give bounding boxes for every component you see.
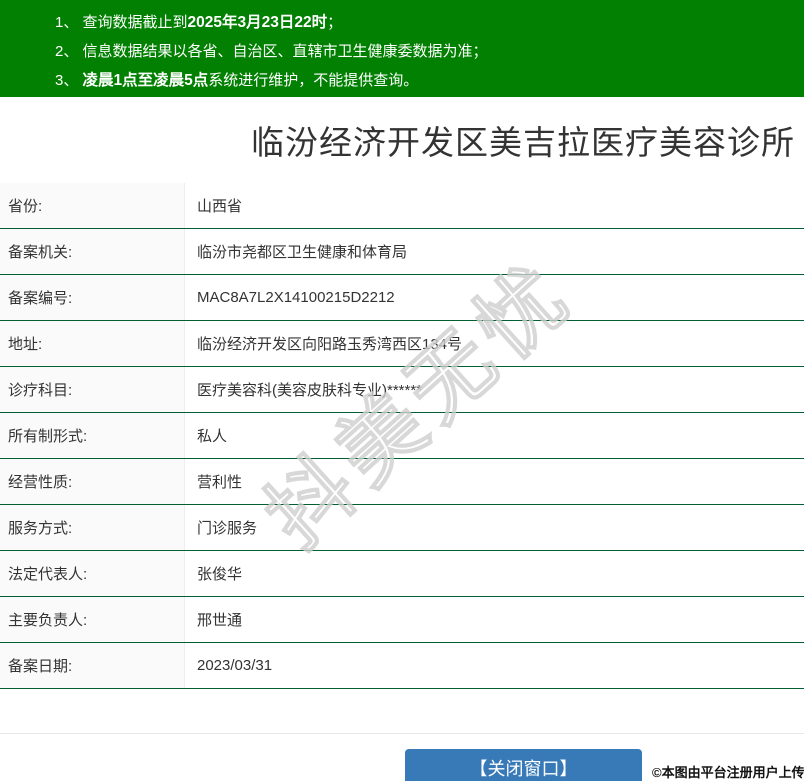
record-table: 省份: 山西省 备案机关: 临汾市尧都区卫生健康和体育局 备案编号: MAC8A… (0, 183, 804, 689)
row-label: 经营性质: (0, 459, 185, 504)
notice-line-1-post: ； (327, 14, 343, 31)
table-row: 备案编号: MAC8A7L2X14100215D2212 (0, 275, 804, 321)
table-row: 服务方式: 门诊服务 (0, 505, 804, 551)
notice-line-3-post: 系统进行维护，不能提供查询。 (208, 72, 419, 89)
row-label: 服务方式: (0, 505, 185, 550)
row-value: 医疗美容科(美容皮肤科专业)****** (197, 382, 423, 399)
row-label: 省份: (0, 183, 185, 228)
notice-line-2: 2、 信息数据结果以各省、自治区、直辖市卫生健康委数据为准； (55, 37, 794, 66)
table-row: 省份: 山西省 (0, 183, 804, 229)
table-row: 备案日期: 2023/03/31 (0, 643, 804, 689)
row-label: 诊疗科目: (0, 367, 185, 412)
page-title: 临汾经济开发区美吉拉医疗美容诊所 (251, 124, 795, 161)
row-value: 2023/03/31 (197, 657, 273, 674)
row-value: 临汾市尧都区卫生健康和体育局 (197, 244, 408, 261)
notice-line-2-pre: 2、 信息数据结果以各省、自治区、直辖市卫生健康委数据为准； (55, 43, 488, 60)
table-row: 备案机关: 临汾市尧都区卫生健康和体育局 (0, 229, 804, 275)
row-value: 张俊华 (197, 566, 243, 583)
notice-banner: 1、 查询数据截止到2025年3月23日22时； 2、 信息数据结果以各省、自治… (0, 0, 804, 97)
row-value: 山西省 (197, 198, 243, 215)
row-value: MAC8A7L2X14100215D2212 (197, 289, 395, 306)
table-row: 法定代表人: 张俊华 (0, 551, 804, 597)
notice-line-1-pre: 1、 查询数据截止到 (55, 14, 188, 31)
row-label: 地址: (0, 321, 185, 366)
row-label: 所有制形式: (0, 413, 185, 458)
row-label: 备案编号: (0, 275, 185, 320)
notice-line-3-pre: 3、 (55, 72, 83, 89)
query-result-page: 1、 查询数据截止到2025年3月23日22时； 2、 信息数据结果以各省、自治… (0, 0, 804, 781)
row-value: 临汾经济开发区向阳路玉秀湾西区134号 (197, 336, 463, 353)
notice-line-1: 1、 查询数据截止到2025年3月23日22时； (55, 8, 794, 37)
notice-line-1-bold: 2025年3月23日22时 (187, 14, 328, 31)
row-label: 备案日期: (0, 643, 185, 688)
notice-line-3: 3、 凌晨1点至凌晨5点系统进行维护，不能提供查询。 (55, 66, 794, 95)
notice-line-3-bold: 凌晨1点至凌晨5点 (82, 72, 209, 89)
table-row: 经营性质: 营利性 (0, 459, 804, 505)
row-value: 营利性 (197, 474, 243, 491)
close-window-button[interactable]: 【关闭窗口】 (405, 749, 642, 781)
table-row: 所有制形式: 私人 (0, 413, 804, 459)
row-value: 私人 (197, 428, 228, 445)
row-label: 主要负责人: (0, 597, 185, 642)
row-label: 法定代表人: (0, 551, 185, 596)
table-row: 地址: 临汾经济开发区向阳路玉秀湾西区134号 (0, 321, 804, 367)
row-label: 备案机关: (0, 229, 185, 274)
table-row: 主要负责人: 邢世通 (0, 597, 804, 643)
row-value: 门诊服务 (197, 520, 258, 537)
upload-stamp: ©本图由平台注册用户上传 (652, 765, 804, 780)
table-row: 诊疗科目: 医疗美容科(美容皮肤科专业)****** (0, 367, 804, 413)
row-value: 邢世通 (197, 612, 243, 629)
